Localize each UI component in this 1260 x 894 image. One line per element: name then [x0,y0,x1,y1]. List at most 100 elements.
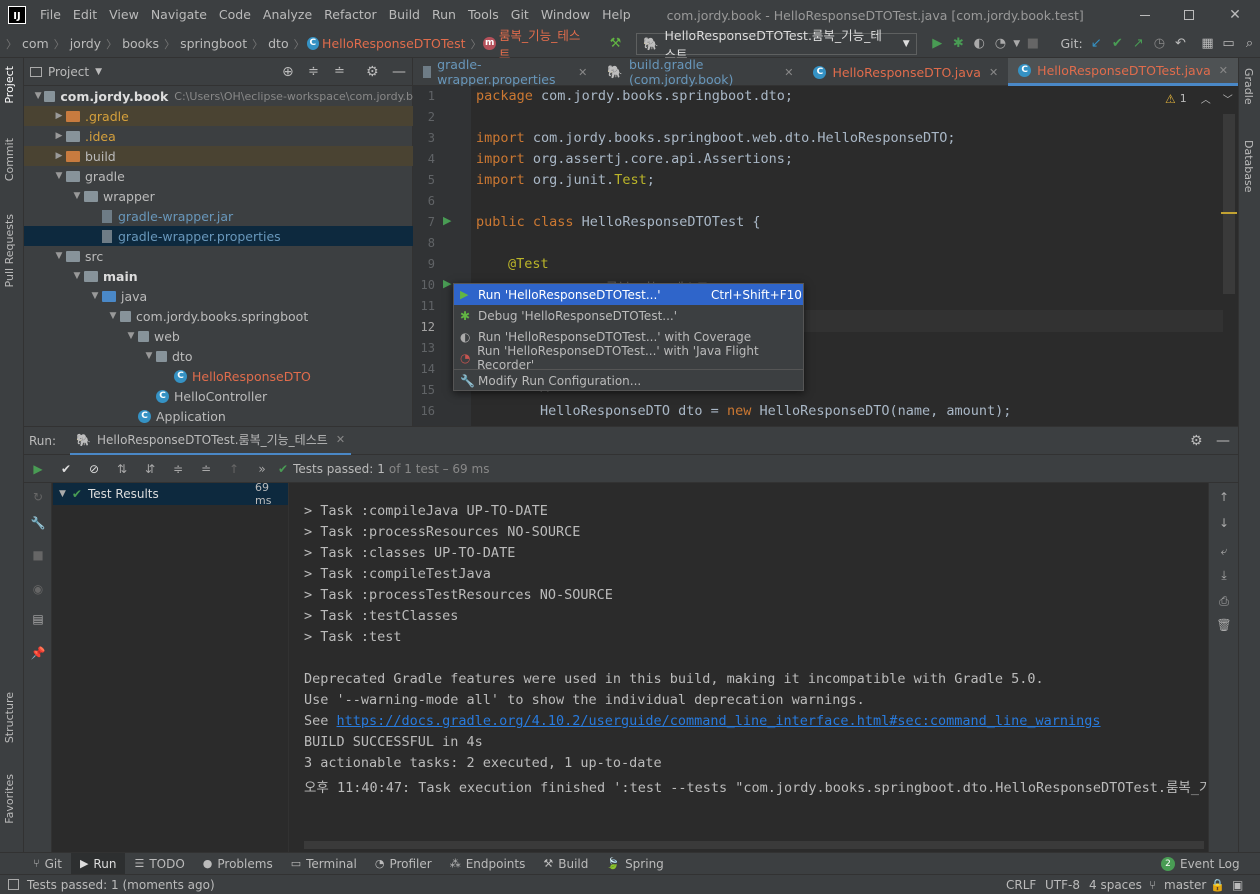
popup-modify-item[interactable]: 🔧 Modify Run Configuration... [454,370,803,391]
breadcrumb-com[interactable]: com [19,36,52,51]
menu-build[interactable]: Build [383,0,426,30]
trash-icon[interactable]: 🗑 [1209,613,1239,637]
inspection-widget[interactable]: ⚠ 1 ︿ ﹀ [1165,91,1233,107]
menu-file[interactable]: File [34,0,67,30]
coverage-icon[interactable]: ◐ [969,33,990,55]
git-branch[interactable]: master [1164,878,1206,892]
tree-item-hellocontroller[interactable]: C HelloController [24,386,413,406]
run-configuration-select[interactable]: 🐘 HelloResponseDTOTest.룸복_기능_테스트 ▼ [635,28,917,62]
console-output[interactable]: > Task :compileJava UP-TO-DATE > Task :pr… [290,483,1208,853]
close-tab-icon[interactable]: ✕ [784,66,793,79]
chevron-down-icon[interactable]: ▼ [32,91,44,101]
editor-scrollbar[interactable] [1223,114,1235,294]
indent-setting[interactable]: 4 spaces [1089,878,1142,892]
favorites-tool-tab[interactable]: Favorites [3,774,16,824]
bottom-tool-problems[interactable]: ● Problems [194,857,282,871]
build-hammer-icon[interactable]: ⚒ [605,33,626,55]
close-tab-icon[interactable]: ✕ [989,66,998,79]
gradle-tool-tab[interactable]: Gradle [1242,68,1255,105]
bottom-tool-terminal[interactable]: ▭ Terminal [282,857,366,871]
bottom-tool-todo[interactable]: ☰ TODO [125,857,193,871]
project-tool-tab[interactable]: Project [3,66,16,104]
tree-item-application[interactable]: C Application [24,406,413,426]
chevron-down-icon[interactable]: ﹀ [1223,91,1233,106]
close-tab-icon[interactable]: ✕ [336,433,345,446]
tree-item-wrapper[interactable]: ▼ wrapper [24,186,413,206]
structure-tool-tab[interactable]: Structure [3,692,16,743]
search-icon[interactable]: ⌕ [1239,33,1260,55]
show-passed-icon[interactable]: ✔ [52,457,80,481]
menu-view[interactable]: View [103,0,145,30]
git-update-icon[interactable]: ↙ [1086,33,1107,55]
menu-refactor[interactable]: Refactor [318,0,382,30]
tree-item-java[interactable]: ▼ java [24,286,413,306]
chevron-down-icon[interactable]: ▼ [52,251,66,261]
database-tool-tab[interactable]: Database [1242,140,1255,193]
project-structure-icon[interactable]: ▦ [1197,33,1218,55]
stop-icon[interactable]: ■ [1022,33,1043,55]
tree-item-helloresponsedto[interactable]: C HelloResponseDTO [24,366,413,386]
pin-icon[interactable]: 📌 [24,641,52,665]
console-horizontal-scrollbar[interactable] [304,841,1204,849]
editor-tab-0[interactable]: gradle-wrapper.properties ✕ [413,57,597,87]
tree-item-build[interactable]: ▶ build [24,146,413,166]
breadcrumb-dto[interactable]: dto [265,36,291,51]
tree-item-gradle[interactable]: ▼ gradle [24,166,413,186]
maximize-button[interactable] [1166,0,1212,30]
tree-item-dto[interactable]: ▼ dto [24,346,413,366]
tree-item--idea[interactable]: ▶ .idea [24,126,413,146]
hide-icon[interactable]: — [392,64,406,80]
tree-item-web[interactable]: ▼ web [24,326,413,346]
line-separator[interactable]: CRLF [1006,878,1036,892]
gear-icon[interactable]: ⚙ [366,64,379,80]
stop-icon[interactable]: ■ [24,543,52,567]
chevron-down-icon[interactable]: ▼ [95,67,102,77]
wrench-icon[interactable]: 🔧 [24,511,52,535]
run-icon[interactable]: ▶ [927,33,948,55]
scroll-to-end-icon[interactable]: ⤓ [1209,563,1239,587]
tree-item-main[interactable]: ▼ main [24,266,413,286]
arrow-down-icon[interactable]: ↓ [1209,511,1239,535]
menu-edit[interactable]: Edit [67,0,103,30]
tree-item-gradle-wrapper-jar[interactable]: gradle-wrapper.jar [24,206,413,226]
collapse-all-icon[interactable]: ≐ [192,457,220,481]
more-icon[interactable]: » [248,457,276,481]
menu-code[interactable]: Code [213,0,257,30]
menu-analyze[interactable]: Analyze [257,0,318,30]
editor-tab-1[interactable]: 🐘 build.gradle (com.jordy.book) ✕ [597,57,803,87]
bottom-tool-git[interactable]: ⑂ Git [24,857,71,871]
history-icon[interactable]: ◷ [1149,33,1170,55]
print-icon[interactable]: ⎙ [1209,589,1239,613]
bottom-tool-spring[interactable]: 🍃 Spring [597,857,672,871]
chevron-down-icon[interactable]: ▼ [142,351,156,361]
popup-flight-recorder-item[interactable]: ◔ Run 'HelloResponseDTOTest...' with 'Ja… [454,344,803,372]
breadcrumb-springboot[interactable]: springboot [177,36,250,51]
bottom-tool-build[interactable]: ⚒ Build [534,857,597,871]
soft-wrap-icon[interactable]: ⤶ [1209,539,1239,563]
locate-icon[interactable]: ⊕ [282,64,294,80]
collapse-all-icon[interactable]: ≐ [334,64,345,79]
rerun-icon[interactable]: ▶ [24,457,52,481]
chevron-down-icon[interactable]: ▼ [88,291,102,301]
view-icon[interactable]: ◉ [24,577,52,601]
expand-all-icon[interactable]: ≑ [164,457,192,481]
close-tab-icon[interactable]: ✕ [1219,64,1228,77]
hide-icon[interactable]: — [1216,433,1230,449]
git-commit-icon[interactable]: ✔ [1107,33,1128,55]
show-ignored-icon[interactable]: ⊘ [80,457,108,481]
git-push-icon[interactable]: ↗ [1128,33,1149,55]
menu-help[interactable]: Help [596,0,637,30]
pull-requests-tool-tab[interactable]: Pull Requests [3,214,16,287]
file-encoding[interactable]: UTF-8 [1045,878,1080,892]
run-tab[interactable]: 🐘 HelloResponseDTOTest.룸복_기능_테스트 ✕ [70,427,352,455]
rollback-icon[interactable]: ↶ [1170,33,1191,55]
breadcrumb-jordy[interactable]: jordy [67,36,104,51]
event-log-button[interactable]: 2 Event Log [1152,856,1249,871]
tree-item-com-jordy-books-springboot[interactable]: ▼ com.jordy.books.springboot [24,306,413,326]
popup-run-item[interactable]: ▶ Run 'HelloResponseDTOTest...' Ctrl+Shi… [454,284,803,305]
breadcrumb-books[interactable]: books [119,36,162,51]
test-results-row[interactable]: ▼ ✔ Test Results 69 ms [53,481,288,507]
bottom-tool-profiler[interactable]: ◔ Profiler [366,857,441,871]
menu-run[interactable]: Run [426,0,462,30]
project-view-title[interactable]: Project [48,65,89,79]
